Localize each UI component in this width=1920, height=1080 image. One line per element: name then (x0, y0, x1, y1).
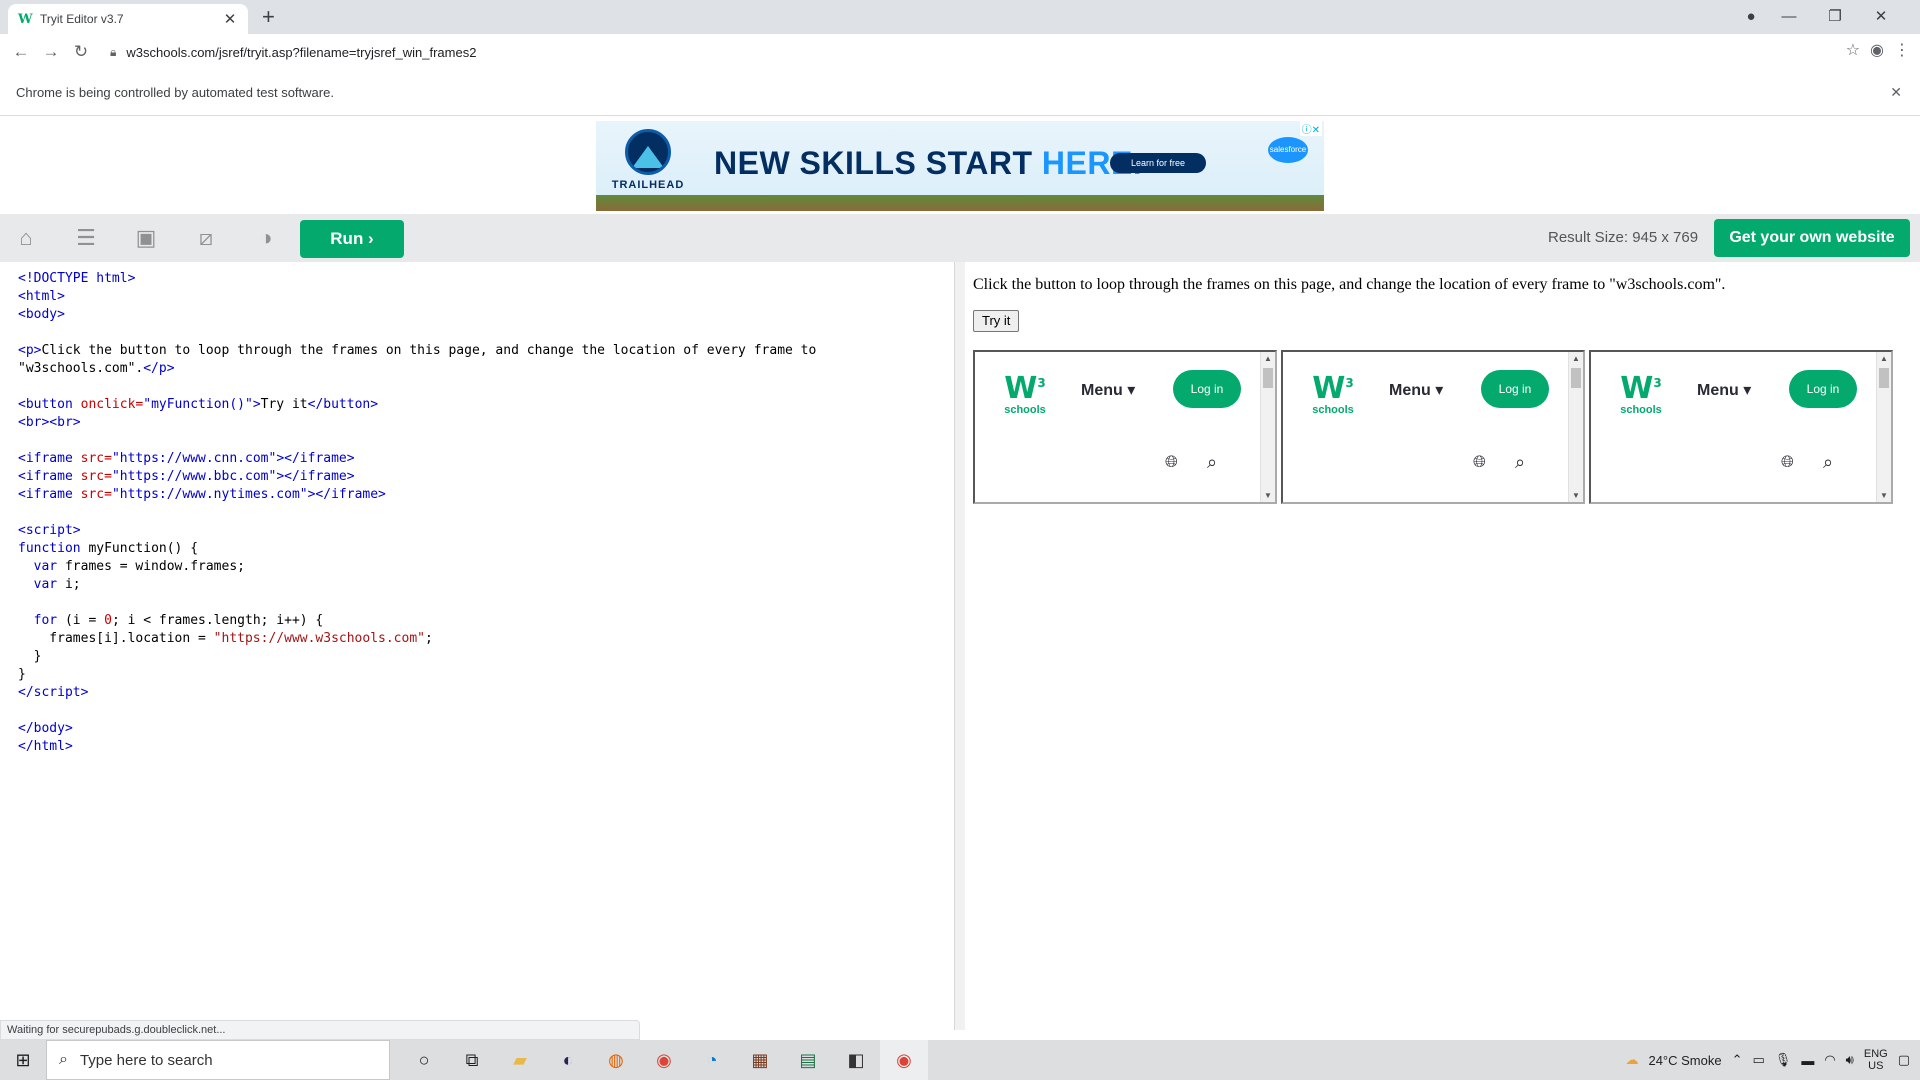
try-it-button[interactable]: Try it (973, 310, 1020, 332)
window-controls: ● — ❐ ✕ (1736, 0, 1904, 32)
mountain-icon (625, 129, 671, 175)
ad-brand: TRAILHEAD (611, 179, 685, 191)
menu-dropdown[interactable]: Menu ▾ (1697, 380, 1751, 400)
contrast-icon[interactable]: ◑ (250, 224, 282, 252)
iframe-scrollbar[interactable]: ▲ ▼ (1876, 352, 1891, 502)
windows-taskbar: ⊞ ⌕ Type here to search ○ ⧉ ▰ ◐ ◍ ◉ ◔ ▦ … (0, 1040, 1920, 1080)
cortana-icon[interactable]: ○ (400, 1040, 448, 1080)
ad-banner[interactable]: TRAILHEAD NEW SKILLS START HERE. Learn f… (596, 121, 1324, 211)
menu-icon[interactable]: ☰ (70, 224, 102, 252)
new-tab-icon[interactable]: + (262, 6, 275, 28)
ad-headline: NEW SKILLS START HERE. (714, 145, 1143, 181)
ad-cta-button[interactable]: Learn for free (1110, 153, 1206, 173)
search-icon[interactable]: ⌕ (1207, 452, 1217, 473)
language-indicator[interactable]: ENG US (1864, 1048, 1888, 1072)
globe-icon[interactable]: 🌐︎ (1781, 454, 1794, 472)
code-editor[interactable]: <!DOCTYPE html> <html> <body> <p>Click the … (10, 262, 955, 1030)
lock-icon: 🔒︎ (110, 44, 117, 59)
device-icon[interactable]: ▭ (1753, 1052, 1765, 1068)
tray-chevron-icon[interactable]: ⌃ (1732, 1052, 1743, 1068)
w3schools-favicon-icon: W (18, 11, 33, 27)
login-button[interactable]: Log in (1173, 370, 1241, 408)
volume-icon[interactable]: 🔊︎ (1846, 1052, 1854, 1068)
automation-infobar: Chrome is being controlled by automated … (0, 70, 1920, 116)
iframe-1[interactable]: W3 schools Menu ▾ Log in 🌐︎ ⌕ ▲ ▼ (973, 350, 1277, 504)
w3schools-logo[interactable]: W3 schools (1617, 368, 1665, 417)
result-paragraph: Click the button to loop through the fra… (973, 276, 1726, 293)
forward-icon[interactable]: → (36, 42, 66, 62)
search-icon[interactable]: ⌕ (1823, 452, 1833, 473)
chrome-icon[interactable]: ◉ (640, 1040, 688, 1080)
close-window-icon[interactable]: ✕ (1858, 7, 1904, 25)
infobar-text: Chrome is being controlled by automated … (16, 85, 334, 100)
spreadsheet-icon[interactable]: ▤ (784, 1040, 832, 1080)
url-text: w3schools.com/jsref/tryit.asp?filename=t… (126, 44, 477, 60)
minimize-icon[interactable]: — (1766, 8, 1812, 25)
tab-title: Tryit Editor v3.7 (40, 12, 124, 26)
save-icon[interactable]: ▣ (130, 224, 162, 252)
firefox-icon[interactable]: ◍ (592, 1040, 640, 1080)
menu-dropdown[interactable]: Menu ▾ (1389, 380, 1443, 400)
restore-icon[interactable]: ❐ (1812, 7, 1858, 25)
salesforce-logo: salesforce (1268, 137, 1308, 163)
profile-dropdown-icon[interactable]: ● (1736, 8, 1766, 25)
chrome-menu-icon[interactable]: ⋮ (1894, 40, 1910, 60)
iframe-scrollbar[interactable]: ▲ ▼ (1260, 352, 1275, 502)
browser-tab[interactable]: W Tryit Editor v3.7 ✕ (8, 4, 248, 34)
weather-text[interactable]: 24°C Smoke (1648, 1053, 1721, 1068)
iframe-3[interactable]: W3 schools Menu ▾ Log in 🌐︎ ⌕ ▲ ▼ (1589, 350, 1893, 504)
edge-icon[interactable]: ◔ (688, 1040, 736, 1080)
w3schools-logo[interactable]: W3 schools (1001, 368, 1049, 417)
file-explorer-icon[interactable]: ▰ (496, 1040, 544, 1080)
reload-icon[interactable]: ↻ (66, 42, 96, 62)
result-size: Result Size: 945 x 769 (1548, 229, 1699, 246)
microphone-icon[interactable]: 🎙︎ (1775, 1052, 1792, 1068)
globe-icon[interactable]: 🌐︎ (1165, 454, 1178, 472)
iframe-scrollbar[interactable]: ▲ ▼ (1568, 352, 1583, 502)
status-bubble: Waiting for securepubads.g.doubleclick.n… (0, 1020, 640, 1040)
pane-divider[interactable] (955, 262, 965, 1030)
login-button[interactable]: Log in (1789, 370, 1857, 408)
menu-dropdown[interactable]: Menu ▾ (1081, 380, 1135, 400)
back-icon[interactable]: ← (6, 42, 36, 62)
chrome-active-icon[interactable]: ◉ (880, 1040, 928, 1080)
result-pane: Click the button to loop through the fra… (965, 262, 1910, 1030)
search-icon[interactable]: ⌕ (1515, 452, 1525, 473)
taskbar-search[interactable]: ⌕ Type here to search (46, 1040, 390, 1080)
code-text: <!DOCTYPE html> <html> <body> <p>Click the … (18, 271, 817, 754)
globe-icon[interactable]: 🌐︎ (1473, 454, 1486, 472)
editor-toolbar: ⌂ ☰ ▣ ⧄ ◑ Run › Result Size: 945 x 769 G… (0, 214, 1920, 262)
task-view-icon[interactable]: ⧉ (448, 1040, 496, 1080)
address-bar[interactable]: 🔒︎ w3schools.com/jsref/tryit.asp?filenam… (110, 39, 1830, 65)
app-icon[interactable]: ▦ (736, 1040, 784, 1080)
tab-strip: W Tryit Editor v3.7 ✕ + ● — ❐ ✕ (0, 0, 1920, 34)
taskbar-search-placeholder: Type here to search (79, 1051, 213, 1069)
search-icon: ⌕ (59, 1051, 68, 1068)
ad-close-icon[interactable]: ⓘ✕ (1299, 121, 1322, 136)
run-button[interactable]: Run › (300, 220, 404, 258)
get-own-website-button[interactable]: Get your own website (1714, 219, 1910, 257)
bookmark-star-icon[interactable]: ☆ (1846, 40, 1860, 60)
ad-band: TRAILHEAD NEW SKILLS START HERE. Learn f… (0, 117, 1920, 214)
rotate-icon[interactable]: ⧄ (190, 224, 222, 252)
eclipse-icon[interactable]: ◐ (544, 1040, 592, 1080)
editor-app-icon[interactable]: ◧ (832, 1040, 880, 1080)
wifi-icon[interactable]: ◠ (1824, 1052, 1835, 1068)
profile-icon[interactable]: ◉ (1870, 40, 1884, 60)
weather-icon: ☁ (1625, 1052, 1639, 1067)
login-button[interactable]: Log in (1481, 370, 1549, 408)
infobar-close-icon[interactable]: ✕ (1890, 84, 1902, 101)
w3schools-logo[interactable]: W3 schools (1309, 368, 1357, 417)
windows-start-icon[interactable]: ⊞ (0, 1050, 46, 1071)
battery-icon[interactable]: ▬ (1801, 1053, 1814, 1068)
system-tray: ☁ 24°C Smoke ⌃ ▭ 🎙︎ ▬ ◠ 🔊︎ ENG US ▢ (1625, 1040, 1910, 1080)
trailhead-logo: TRAILHEAD (608, 129, 688, 191)
notification-icon[interactable]: ▢ (1898, 1052, 1910, 1068)
iframe-2[interactable]: W3 schools Menu ▾ Log in 🌐︎ ⌕ ▲ ▼ (1281, 350, 1585, 504)
home-icon[interactable]: ⌂ (10, 224, 42, 252)
browser-toolbar: ← → ↻ 🔒︎ w3schools.com/jsref/tryit.asp?f… (0, 34, 1920, 70)
tab-close-icon[interactable]: ✕ (222, 10, 238, 28)
